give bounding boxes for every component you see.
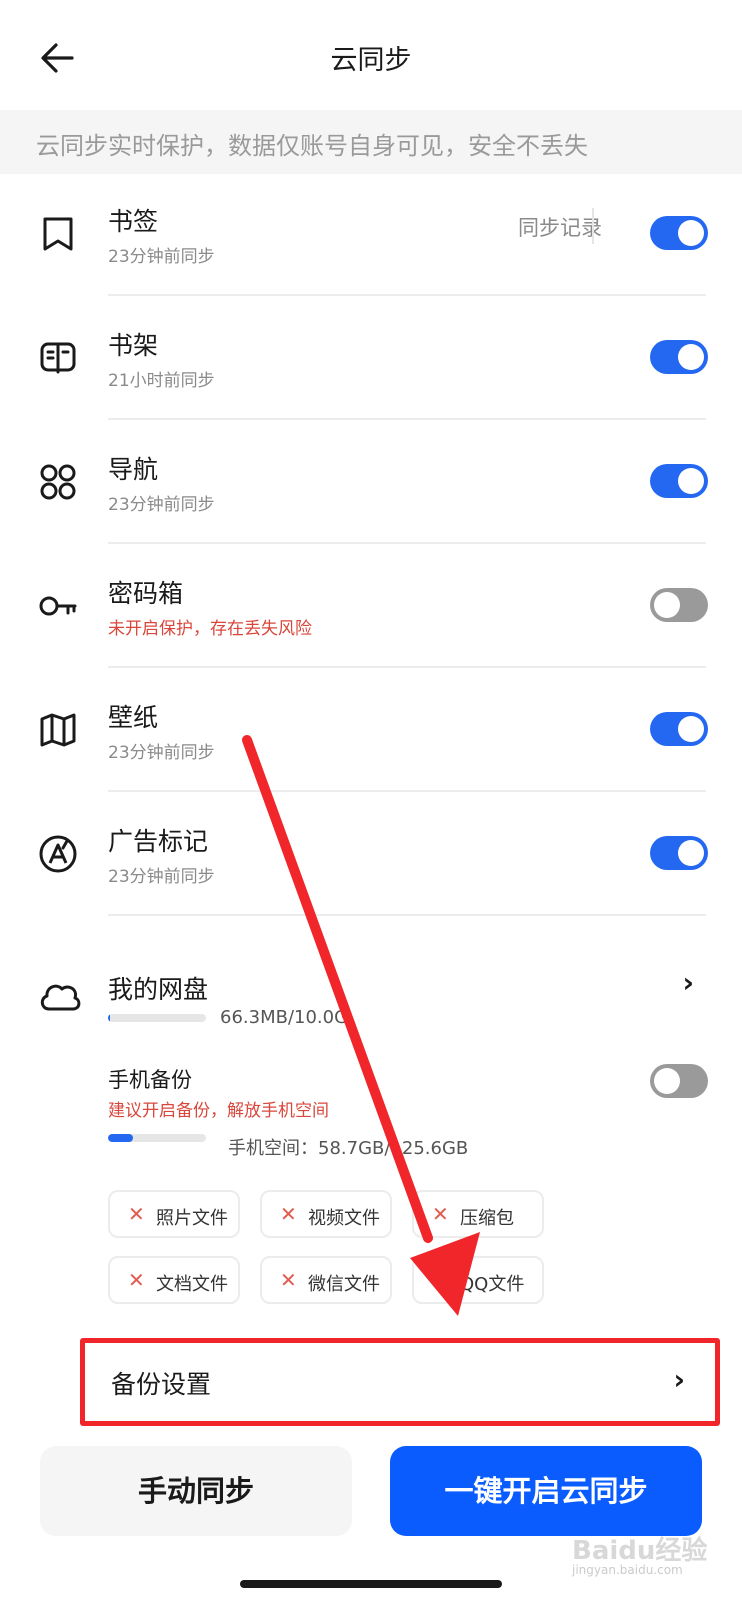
- chip-videos[interactable]: ✕ 视频文件: [260, 1190, 392, 1238]
- banner-text: 云同步实时保护，数据仅账号自身可见，安全不丢失: [36, 132, 588, 160]
- bookmarks-toggle[interactable]: [650, 216, 708, 250]
- chevron-right-icon: ›: [673, 1363, 685, 1396]
- cloud-disk-usage-fill: [108, 1014, 110, 1022]
- sync-item-password-vault[interactable]: 密码箱 未开启保护，存在丢失风险: [0, 544, 742, 668]
- sync-item-warning: 未开启保护，存在丢失风险: [108, 619, 312, 639]
- navigation-toggle[interactable]: [650, 464, 708, 498]
- cloud-disk-row[interactable]: 我的网盘 66.3MB/10.0G ›: [0, 930, 742, 1040]
- cloud-icon: [40, 984, 81, 1011]
- page-title: 云同步: [330, 45, 412, 76]
- close-icon: ✕: [280, 1202, 297, 1226]
- sync-item-bookmarks[interactable]: 书签 23分钟前同步 同步记录: [0, 172, 742, 296]
- wallpaper-icon: [40, 713, 76, 747]
- sync-item-label: 书架: [108, 331, 159, 360]
- cloud-disk-usage-bar: [108, 1014, 206, 1022]
- sync-item-bookshelf[interactable]: 书架 21小时前同步: [0, 296, 742, 420]
- top-bar: 云同步: [0, 0, 742, 110]
- enable-cloud-sync-button[interactable]: 一键开启云同步: [390, 1446, 702, 1536]
- chevron-right-icon[interactable]: ›: [682, 966, 694, 999]
- chip-archives[interactable]: ✕ 压缩包: [412, 1190, 544, 1238]
- sync-item-status: 23分钟前同步: [108, 867, 215, 887]
- sync-item-label: 广告标记: [108, 827, 209, 856]
- sync-item-status: 23分钟前同步: [108, 247, 215, 267]
- sync-item-label: 导航: [108, 455, 159, 484]
- info-banner: 云同步实时保护，数据仅账号自身可见，安全不丢失: [0, 110, 742, 174]
- sync-record-link[interactable]: 同步记录: [518, 212, 602, 242]
- ad-mark-icon: [39, 835, 77, 873]
- home-indicator: [240, 1580, 502, 1588]
- row-divider: [108, 914, 706, 916]
- close-icon: ✕: [128, 1202, 145, 1226]
- sync-item-navigation[interactable]: 导航 23分钟前同步: [0, 420, 742, 544]
- phone-storage-bar: [108, 1134, 206, 1142]
- cloud-disk-label: 我的网盘: [108, 975, 209, 1004]
- phone-backup-label: 手机备份: [108, 1068, 192, 1092]
- sync-item-label: 密码箱: [108, 579, 184, 608]
- phone-backup-hint: 建议开启备份，解放手机空间: [108, 1101, 329, 1121]
- key-icon: [39, 596, 77, 616]
- close-icon: ✕: [432, 1202, 449, 1226]
- phone-backup-toggle[interactable]: [650, 1064, 708, 1098]
- sync-item-label: 书签: [108, 207, 159, 236]
- phone-backup-section: 手机备份 建议开启备份，解放手机空间 手机空间：58.7GB/125.6GB: [0, 1050, 742, 1170]
- sync-item-status: 21小时前同步: [108, 371, 215, 391]
- chip-qq-files[interactable]: ✕ QQ文件: [412, 1256, 544, 1304]
- sync-item-label: 壁纸: [108, 703, 159, 732]
- bookmark-icon: [43, 217, 73, 251]
- cloud-disk-usage-text: 66.3MB/10.0G: [220, 1007, 349, 1028]
- bookshelf-icon: [40, 342, 76, 374]
- sync-item-wallpaper[interactable]: 壁纸 23分钟前同步: [0, 668, 742, 792]
- grid-icon: [40, 464, 76, 500]
- sync-item-status: 23分钟前同步: [108, 495, 215, 515]
- backup-settings-row[interactable]: 备份设置 ›: [80, 1338, 720, 1426]
- close-icon: ✕: [432, 1268, 449, 1292]
- close-icon: ✕: [280, 1268, 297, 1292]
- phone-storage-text: 手机空间：58.7GB/125.6GB: [228, 1138, 469, 1159]
- wallpaper-toggle[interactable]: [650, 712, 708, 746]
- phone-storage-fill: [108, 1134, 133, 1142]
- chip-documents[interactable]: ✕ 文档文件: [108, 1256, 240, 1304]
- manual-sync-button[interactable]: 手动同步: [40, 1446, 352, 1536]
- chip-wechat-files[interactable]: ✕ 微信文件: [260, 1256, 392, 1304]
- ad-marks-toggle[interactable]: [650, 836, 708, 870]
- sync-item-status: 23分钟前同步: [108, 743, 215, 763]
- password-vault-toggle[interactable]: [650, 588, 708, 622]
- bookshelf-toggle[interactable]: [650, 340, 708, 374]
- chip-photos[interactable]: ✕ 照片文件: [108, 1190, 240, 1238]
- sync-item-ad-marks[interactable]: 广告标记 23分钟前同步: [0, 792, 742, 916]
- backup-settings-label: 备份设置: [111, 1370, 212, 1399]
- close-icon: ✕: [128, 1268, 145, 1292]
- watermark: Baidu经验 jingyan.baidu.com: [572, 1536, 708, 1577]
- vertical-divider: [592, 208, 594, 244]
